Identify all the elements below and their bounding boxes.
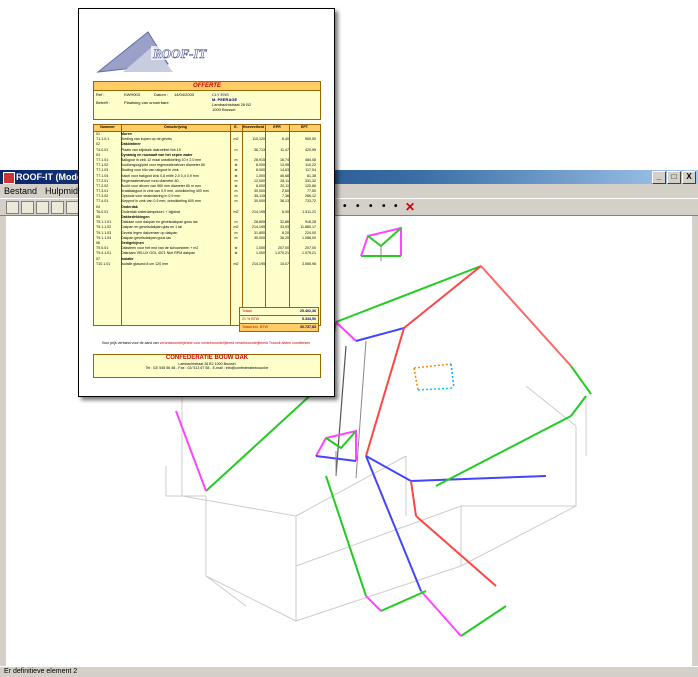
screenshot: { "window": {"title": "ROOF-IT (Mode m",…: [0, 0, 698, 677]
table-row: T10.1.01 Isolatie glaswol 8 cm 120 mm m2 21…: [96, 262, 318, 267]
company-footer: CONFEDERATIE BOUW DAK Lambachtstraat 26 …: [93, 354, 321, 378]
col-header-nummer: Nummer: [94, 125, 121, 132]
close-button[interactable]: X: [682, 171, 696, 184]
window-controls: _ □ X: [652, 171, 696, 184]
company-name: CONFEDERATIE BOUW DAK: [165, 355, 249, 361]
quote-rows: 01 Muren T1.1.0.1 Kleding van kopen op de g…: [96, 132, 318, 267]
col-header-eenheid: E.: [230, 125, 242, 132]
open-folder-icon[interactable]: [21, 201, 34, 214]
total-label: Totaal: [242, 309, 252, 313]
row-description: Isolatie glaswol 8 cm 120 mm: [121, 261, 169, 266]
btw-row: 21 % BTW 5.334,50: [239, 316, 319, 324]
save-icon[interactable]: [36, 201, 49, 214]
betreft-value: Plaatsing van onroerbare: [124, 100, 169, 105]
skylight-window: [413, 363, 455, 391]
delete-icon[interactable]: ✕: [405, 199, 415, 215]
terms-note: Voor prijs verband voor de aard van vera…: [93, 341, 319, 346]
col-header-ept: EPT: [289, 125, 320, 132]
client-line-4: 1000 Brussel: [212, 107, 236, 112]
col-header-epr: EPR: [265, 125, 289, 132]
note-conditions: verantwoordelijkheid voor verantwoordeli…: [159, 341, 311, 345]
menu-bestand[interactable]: Bestand: [0, 184, 41, 198]
datum-label: Datum :: [154, 92, 169, 97]
quote-header: Ref : KWH003 Datum : 14/04/2003 Betreft …: [93, 90, 321, 120]
maximize-button[interactable]: □: [667, 171, 681, 184]
ref-value: KWH003: [124, 92, 141, 97]
logo-text: ROOF-IT: [152, 46, 208, 61]
app-icon: [3, 172, 15, 184]
dormer-bottom: [315, 429, 357, 476]
grand-total-value: 30.737,83: [300, 325, 316, 329]
status-bar: Er definitieve element 2: [0, 666, 698, 677]
right-frame: [692, 216, 698, 666]
dormer-top: [360, 226, 402, 261]
row-quantity: 214,195: [252, 261, 265, 266]
total-value: 25.402,36: [300, 309, 316, 313]
print-icon[interactable]: [51, 201, 64, 214]
nav-dot-1[interactable]: •: [343, 199, 347, 215]
row-unit-price: 15,07: [280, 261, 289, 266]
btw-label: 21 % BTW: [242, 317, 260, 321]
ref-label: Ref :: [96, 92, 105, 97]
grand-total-label: Totaal incl. BTW: [242, 325, 268, 329]
betreft-label: Betreft :: [96, 100, 111, 105]
nav-dot-4[interactable]: •: [382, 199, 386, 215]
quote-table: Nummer Omschrijving E. Hoeveelheid EPR E…: [93, 124, 321, 326]
row-unit: m2: [233, 261, 239, 266]
totals-block: Totaal 25.402,36 21 % BTW 5.334,50 Totaa…: [239, 307, 319, 337]
datum-value: 14/04/2003: [174, 92, 195, 97]
company-contact: Tel : 02/ 545 56 48 - Fax : 02/ 513 67 5…: [145, 366, 269, 371]
total-row: Totaal 25.402,36: [239, 307, 319, 316]
roof-it-logo: ROOF-IT: [96, 31, 208, 73]
row-total: 3.065,96: [302, 261, 316, 266]
nav-dot-3[interactable]: •: [369, 199, 373, 215]
grand-total-row: Totaal incl. BTW 30.737,83: [239, 324, 319, 332]
btw-value: 5.334,50: [302, 317, 316, 321]
minimize-button[interactable]: _: [652, 171, 666, 184]
new-file-icon[interactable]: [6, 201, 19, 214]
col-header-hoeveelheid: Hoeveelheid: [242, 125, 265, 132]
nav-dot-5[interactable]: •: [394, 199, 398, 215]
note-prefix: Voor prijs verband voor de aard van: [101, 341, 159, 345]
quote-document[interactable]: ROOF-IT OFFERTE Ref : KWH003 Datum : 14/…: [78, 8, 335, 397]
nav-dot-2[interactable]: •: [356, 199, 360, 215]
row-number: T10.1.01: [96, 261, 111, 266]
col-header-omschrijving: Omschrijving: [121, 125, 230, 132]
